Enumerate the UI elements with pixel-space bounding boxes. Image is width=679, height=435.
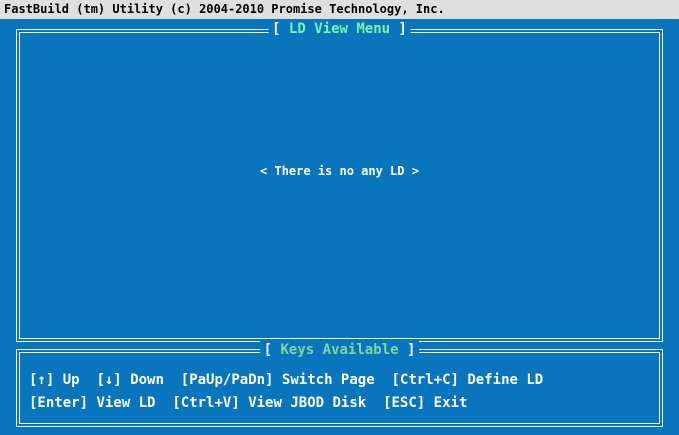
app-title-bar: FastBuild (tm) Utility (c) 2004-2010 Pro… <box>0 0 679 19</box>
key-hint-view-jbod: [Ctrl+V] View JBOD Disk <box>172 395 367 411</box>
key-hint-exit: [ESC] Exit <box>383 395 468 411</box>
key-hint-switch-page: [PaUp/PaDn] Switch Page <box>180 372 375 388</box>
no-ld-message: < There is no any LD > <box>260 164 419 178</box>
key-hint-view-ld: [Enter] View LD <box>29 395 156 411</box>
keys-available-title: [ Keys Available ] <box>259 341 420 359</box>
key-hint-up: [↑] Up <box>29 372 80 388</box>
keys-line-2: [Enter] View LD [Ctrl+V] View JBOD Disk … <box>29 395 467 411</box>
ld-view-menu-title: [ LD View Menu ] <box>268 20 411 38</box>
keys-available-panel: [ Keys Available ] [↑] Up [↓] Down [PaUp… <box>16 341 663 427</box>
key-hint-down: [↓] Down <box>96 372 164 388</box>
key-hint-define-ld: [Ctrl+C] Define LD <box>391 372 544 388</box>
app-title: FastBuild (tm) Utility (c) 2004-2010 Pro… <box>4 2 445 16</box>
ld-view-menu-panel: [ LD View Menu ] < There is no any LD > <box>16 20 663 342</box>
keys-line-1: [↑] Up [↓] Down [PaUp/PaDn] Switch Page … <box>29 372 543 388</box>
